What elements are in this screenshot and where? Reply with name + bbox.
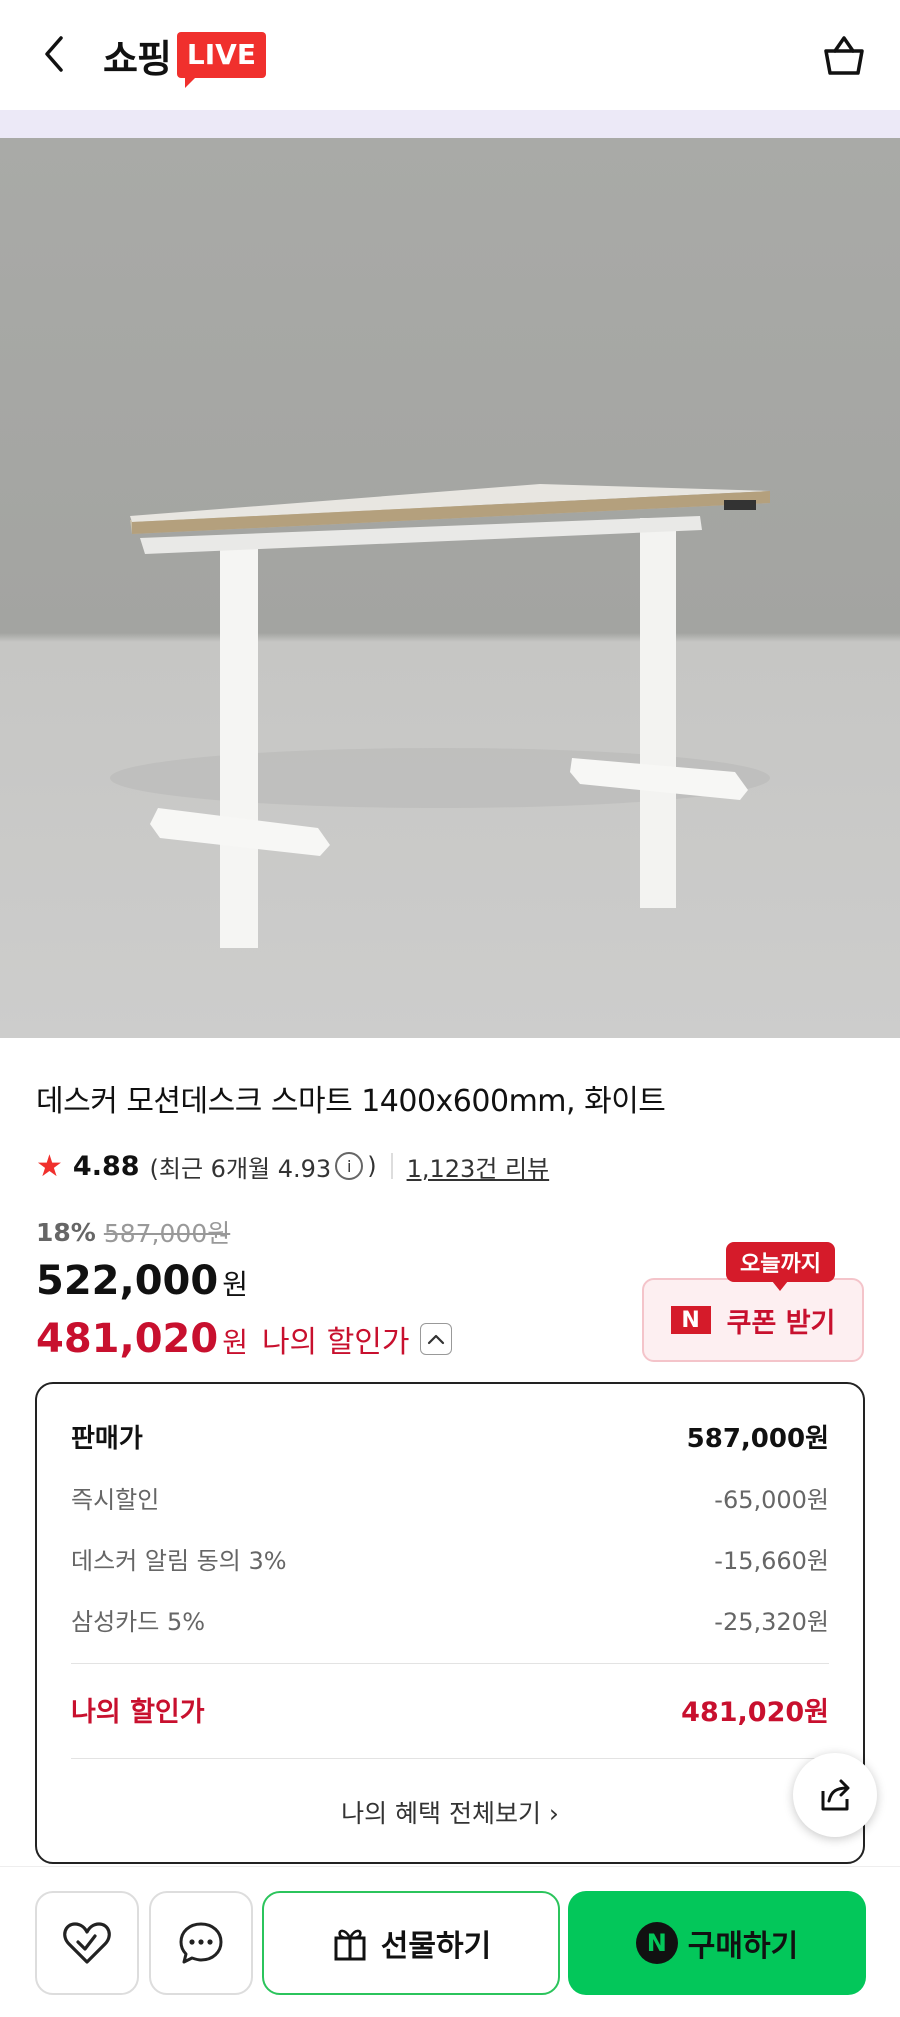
breakdown-value: 587,000원 [686,1424,829,1454]
rating-row: ★ 4.88 (최근 6개월 4.93 i ) 1,123건 리뷰 [36,1146,549,1186]
gift-button[interactable]: 선물하기 [262,1891,560,1995]
price-breakdown-panel: 판매가 587,000원 즉시할인 -65,000원 데스커 알림 동의 3% … [35,1382,865,1864]
like-button[interactable] [35,1891,139,1995]
discount-percent: 18% [36,1217,96,1247]
buy-label: 구매하기 [687,1929,799,1964]
cart-button[interactable] [816,28,872,84]
get-coupon-button[interactable]: N 쿠폰 받기 [642,1278,864,1362]
share-button[interactable] [793,1753,877,1837]
my-price: 481,020 원 [36,1316,248,1362]
my-price-won: 원 [222,1326,248,1359]
chat-button[interactable] [149,1891,253,1995]
recent-rating-close: ) [367,1152,377,1180]
chevron-left-icon [45,36,63,72]
vertical-divider [390,1153,393,1179]
chat-bubble-icon [179,1922,223,1964]
sale-price-won: 원 [222,1268,248,1301]
header-divider-strip [0,110,900,138]
my-price-label: 나의 할인가 [261,1325,410,1360]
shopping-live-logo[interactable]: 쇼핑 LIVE [103,26,266,88]
breakdown-label: 즉시할인 [71,1486,160,1514]
star-icon: ★ [36,1148,63,1184]
my-price-summary-row: 나의 할인가 481,020원 [71,1690,829,1729]
breakdown-value: -15,660원 [714,1547,829,1575]
buy-button[interactable]: N 구매하기 [568,1891,866,1995]
sale-price: 522,000 원 [36,1258,248,1304]
gift-icon [334,1929,366,1961]
breakdown-row: 판매가 587,000원 [71,1418,829,1455]
recent-rating-text: (최근 6개월 4.93 [149,1154,332,1183]
my-price-summary-value: 481,020원 [681,1697,829,1728]
breakdown-value: -25,320원 [714,1608,829,1636]
breakdown-divider [71,1758,829,1759]
breakdown-value: -65,000원 [714,1486,829,1514]
breakdown-divider [71,1663,829,1664]
review-count-link[interactable]: 1,123건 리뷰 [407,1149,550,1184]
today-only-badge: 오늘까지 [726,1242,835,1291]
heart-check-icon [63,1922,111,1964]
breakdown-label: 데스커 알림 동의 3% [71,1547,287,1575]
get-coupon-label: 쿠폰 받기 [726,1307,836,1339]
my-price-value: 481,020 [36,1316,219,1362]
view-all-benefits-link[interactable]: 나의 혜택 전체보기 › [37,1794,863,1830]
breakdown-row: 즉시할인 -65,000원 [71,1480,829,1515]
breakdown-row: 삼성카드 5% -25,320원 [71,1602,829,1637]
product-image[interactable] [0,138,900,1038]
collapse-toggle[interactable] [419,1323,452,1355]
gift-label: 선물하기 [380,1929,492,1964]
rating-score: 4.88 [72,1150,140,1182]
my-price-row[interactable]: 481,020 원 나의 할인가 [36,1316,452,1362]
product-title: 데스커 모션데스크 스마트 1400x600mm, 화이트 [36,1084,666,1119]
live-badge: LIVE [176,32,266,88]
original-price: 587,000원 [103,1219,231,1248]
naver-pay-icon: N [635,1922,678,1964]
desk-illustration [110,484,770,948]
back-button[interactable] [30,30,78,78]
discount-row: 18% 587,000원 [36,1214,230,1250]
info-icon[interactable]: i [335,1152,364,1180]
logo-text: 쇼핑 [103,36,172,81]
basket-icon [824,36,864,75]
my-price-summary-label: 나의 할인가 [71,1697,205,1728]
bottom-action-bar: 선물하기 N 구매하기 [0,1866,900,2017]
share-icon [821,1779,850,1811]
breakdown-label: 삼성카드 5% [71,1608,206,1636]
chevron-up-icon [427,1334,444,1345]
naver-n-icon: N [670,1306,711,1334]
breakdown-row: 데스커 알림 동의 3% -15,660원 [71,1541,829,1576]
breakdown-label: 판매가 [71,1424,143,1454]
top-header: 쇼핑 LIVE [0,0,900,110]
sale-price-value: 522,000 [36,1258,219,1304]
coupon-area: 오늘까지 N 쿠폰 받기 [642,1242,864,1362]
